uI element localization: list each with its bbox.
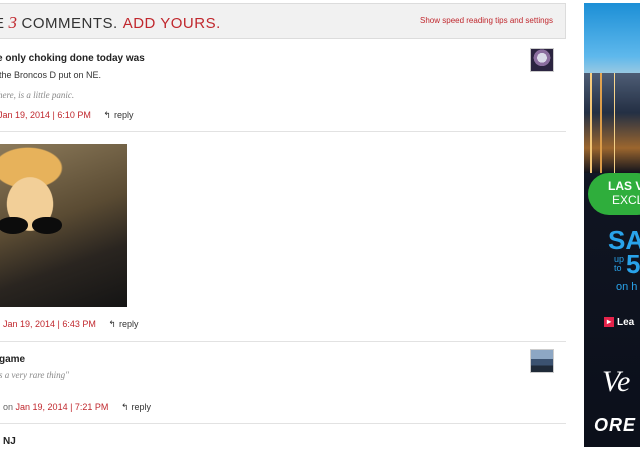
play-arrow-icon: ▸ xyxy=(604,317,614,328)
comment-text: the Broncos D put on NE. xyxy=(0,70,102,80)
promo-pill: LAS V EXCL xyxy=(588,173,640,215)
comments-header: E3COMMENTS. ADD YOURS. Show speed reading… xyxy=(0,3,566,39)
reply-button[interactable]: ↰ reply xyxy=(121,402,151,412)
comment-by-label: on xyxy=(3,402,14,412)
reply-label: reply xyxy=(118,319,139,329)
comment-count: 3 xyxy=(8,13,18,32)
reply-arrow-icon: ↰ xyxy=(103,110,111,120)
ad-learn-more-button[interactable]: ▸ Lea xyxy=(604,317,634,328)
add-comment-link[interactable]: ADD YOURS. xyxy=(123,15,221,32)
comments-count-title: E3COMMENTS. ADD YOURS. xyxy=(0,13,221,33)
comment-quote: s a very rare thing" xyxy=(0,370,69,380)
comment-divider xyxy=(0,423,566,424)
comment-meta: Jan 19, 2014 | 6:43 PM ↰ reply xyxy=(3,319,138,330)
reply-button[interactable]: ↰ reply xyxy=(103,110,133,120)
comment-date-link[interactable]: Jan 19, 2014 | 7:21 PM xyxy=(16,402,109,412)
reply-arrow-icon: ↰ xyxy=(120,402,129,412)
ad-script-logo: Ve xyxy=(602,365,631,398)
header-prefix: E xyxy=(0,15,5,32)
comment-image xyxy=(0,144,127,307)
ad-on-text: on h xyxy=(616,281,638,293)
comment-quote: here, is a little panic. xyxy=(0,90,75,100)
comment-meta: Jan 19, 2014 | 6:10 PM ↰ reply xyxy=(0,110,133,121)
sunglasses-graphic xyxy=(0,217,64,235)
comment-divider xyxy=(0,341,566,342)
comment-divider xyxy=(0,131,566,132)
comment-date-link[interactable]: Jan 19, 2014 | 6:43 PM xyxy=(3,319,96,329)
speed-reading-tips-link[interactable]: Show speed reading tips and settings xyxy=(420,16,553,25)
ad-brand-logo: ORE xyxy=(594,415,637,435)
avatar[interactable] xyxy=(530,48,554,72)
comment-author-title: e only choking done today was xyxy=(0,53,145,64)
comment-date-link[interactable]: Jan 19, 2014 | 6:10 PM xyxy=(0,110,91,120)
comment-author-title: game xyxy=(0,354,26,365)
reply-label: reply xyxy=(113,110,134,120)
ad-upto-text: up to xyxy=(614,254,625,273)
reply-button[interactable]: ↰ reply xyxy=(108,319,138,329)
ad-discount-number: 5 xyxy=(626,249,640,279)
advertisement-banner[interactable]: LAS V EXCL SA upto 5 on h ▸Lea Ve ORE xyxy=(584,3,640,447)
comments-label: COMMENTS. xyxy=(21,15,118,32)
city-skyline-image xyxy=(584,73,640,173)
reply-label: reply xyxy=(131,402,152,412)
reply-arrow-icon: ↰ xyxy=(108,319,116,329)
comment-author-title: NJ xyxy=(3,436,16,447)
avatar[interactable] xyxy=(530,349,554,373)
ad-headline: LAS V xyxy=(608,179,640,193)
ad-subheadline: EXCL xyxy=(612,193,640,207)
comment-meta: on Jan 19, 2014 | 7:21 PM ↰ reply xyxy=(3,402,151,413)
